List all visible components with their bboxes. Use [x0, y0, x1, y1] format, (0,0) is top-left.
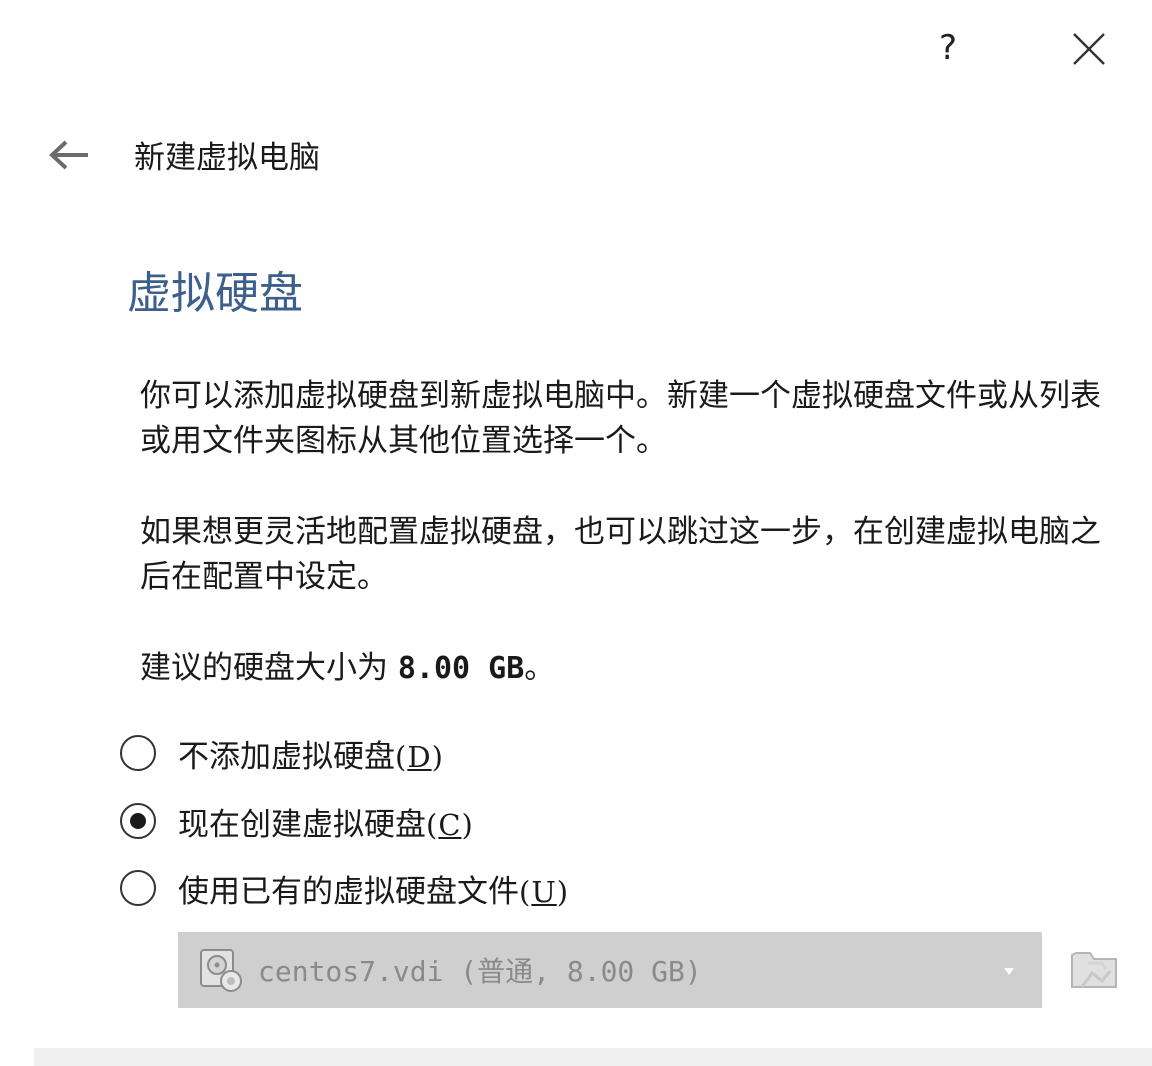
- recommended-size-value: 8.00 GB: [397, 651, 525, 686]
- back-button[interactable]: [44, 132, 94, 178]
- radio-button-selected[interactable]: [120, 803, 156, 839]
- flexibility-note-paragraph: 如果想更灵活地配置虚拟硬盘，也可以跳过这一步，在创建虚拟电脑之后在配置中设定。: [140, 514, 1101, 595]
- radio-selected-dot: [130, 813, 146, 829]
- help-button[interactable]: ?: [922, 22, 974, 74]
- hard-disk-icon: [200, 949, 242, 992]
- radio-label: 现在创建虚拟硬盘(C): [178, 806, 474, 843]
- help-label: ?: [938, 28, 958, 68]
- recommended-size-suffix: 。: [524, 650, 556, 686]
- recommended-size-prefix: 建议的硬盘大小为: [140, 650, 398, 686]
- radio-use-existing-disk[interactable]: 使用已有的虚拟硬盘文件(U): [120, 864, 569, 912]
- chevron-down-icon: [1004, 968, 1014, 975]
- radio-button[interactable]: [120, 870, 156, 906]
- choose-disk-file-button[interactable]: [1066, 940, 1122, 996]
- selected-disk-label: centos7.vdi (普通, 8.00 GB): [258, 955, 702, 988]
- existing-disk-select[interactable]: centos7.vdi (普通, 8.00 GB): [178, 932, 1042, 1008]
- radio-no-disk[interactable]: 不添加虚拟硬盘(D): [120, 729, 444, 777]
- close-button[interactable]: [1062, 22, 1116, 76]
- radio-label: 不添加虚拟硬盘(D): [178, 738, 444, 775]
- radio-label: 使用已有的虚拟硬盘文件(U): [178, 873, 570, 910]
- close-icon: [1073, 33, 1105, 65]
- button-bar-edge: [34, 1048, 1152, 1066]
- new-vm-wizard-dialog: ? 新建虚拟电脑 虚拟硬盘 你可以添加虚拟硬盘到新虚拟电脑中。新建一个虚拟硬盘文…: [0, 0, 1152, 1066]
- recommended-size-line: 建议的硬盘大小为 8.00 GB。: [140, 646, 1130, 691]
- wizard-title: 新建虚拟电脑: [134, 140, 320, 176]
- arrow-left-icon: [49, 140, 88, 170]
- folder-icon: [1071, 952, 1117, 988]
- page-heading: 虚拟硬盘: [127, 268, 303, 319]
- radio-create-disk[interactable]: 现在创建虚拟硬盘(C): [120, 797, 474, 845]
- description-paragraph: 你可以添加虚拟硬盘到新虚拟电脑中。新建一个虚拟硬盘文件或从列表或用文件夹图标从其…: [140, 378, 1101, 459]
- radio-button[interactable]: [120, 735, 156, 771]
